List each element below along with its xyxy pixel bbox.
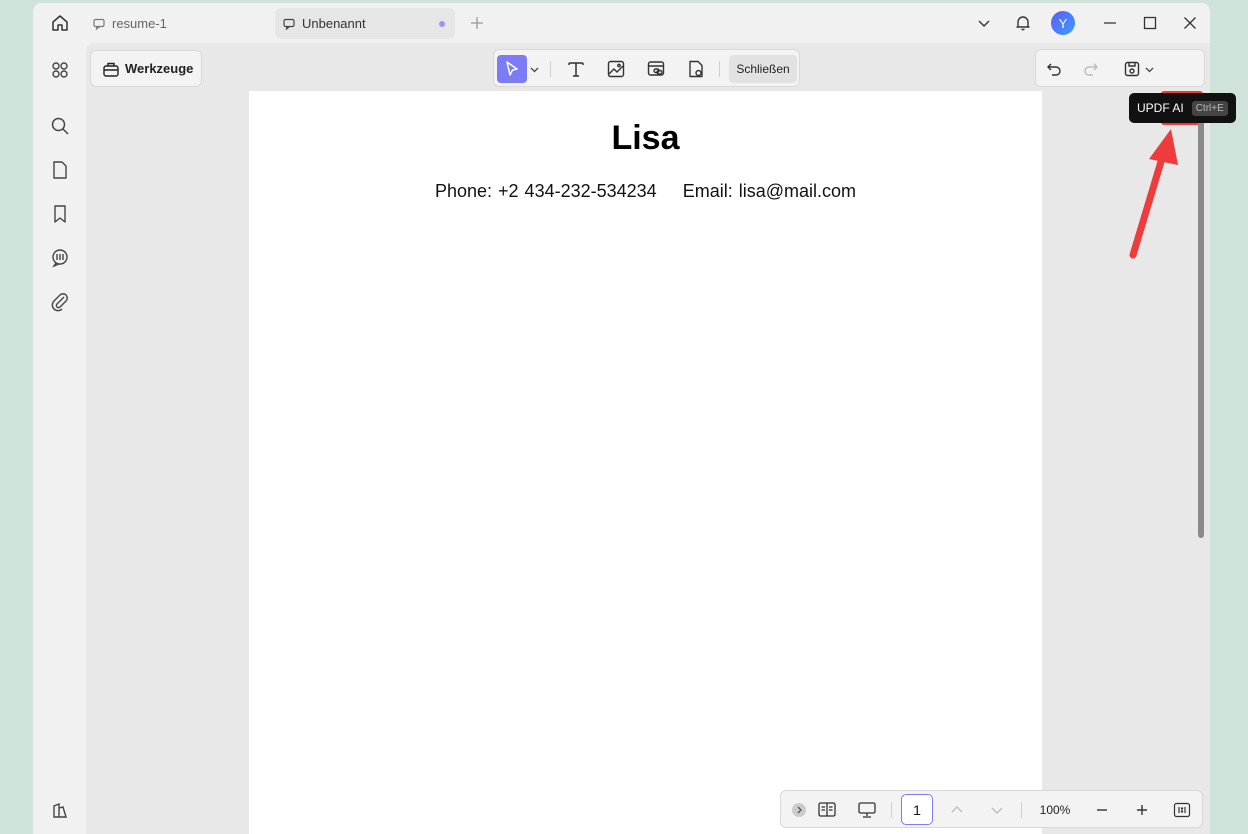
redo-button[interactable] [1077,55,1105,83]
contact-line: Phone: +2 434-232-534234 Email: lisa@mail… [249,181,1042,202]
page-icon[interactable] [46,156,74,184]
tab-label: resume-1 [112,16,167,31]
divider [719,61,720,77]
avatar[interactable]: Y [1051,11,1075,35]
presentation-icon[interactable] [853,796,881,824]
tooltip-label: UPDF AI [1137,101,1184,115]
previous-page-button[interactable] [943,796,971,824]
tab-resume-1[interactable]: resume-1 [85,8,265,39]
thumbnails-icon[interactable] [46,56,74,84]
select-tool-button[interactable] [497,55,527,83]
divider [891,802,892,818]
right-toolbar [1035,49,1205,87]
maximize-button[interactable] [1134,7,1166,39]
attachment-icon[interactable] [46,288,74,316]
bell-icon[interactable] [1007,7,1039,39]
chevron-down-icon[interactable] [1142,55,1156,83]
edit-toolbar: Schließen [493,49,800,87]
chevron-down-icon[interactable] [527,55,541,83]
chevron-down-icon[interactable] [968,7,1000,39]
home-icon[interactable] [44,7,76,39]
tab-unbenannt[interactable]: Unbenannt [275,8,455,39]
minimize-button[interactable] [1094,7,1126,39]
page-number-input[interactable]: 1 [901,794,933,825]
unsaved-indicator [439,21,445,27]
actual-size-button[interactable] [1168,796,1196,824]
divider [1021,802,1022,818]
divider [550,61,551,77]
title-bar: resume-1 Unbenannt Y [33,3,1210,43]
phone-text: Phone: +2 434-232-534234 [434,181,657,201]
email-text: Email: lisa@mail.com [682,181,856,201]
left-sidebar [33,43,86,834]
bottom-bar: 1 100% [780,790,1203,828]
zoom-in-button[interactable] [1128,796,1156,824]
document-page: Lisa Phone: +2 434-232-534234 Email: lisa… [249,91,1042,834]
page-layout-icon[interactable] [813,796,841,824]
comment-icon [93,17,107,31]
next-page-button[interactable] [983,796,1011,824]
app-window: resume-1 Unbenannt Y Werkzeuge Schließen… [33,3,1210,834]
search-icon[interactable] [46,112,74,140]
vertical-scrollbar[interactable] [1198,120,1204,538]
annotation-arrow-icon [1129,129,1178,259]
close-edit-button[interactable]: Schließen [729,55,797,83]
image-tool-button[interactable] [601,55,631,83]
tools-label: Werkzeuge [125,61,194,76]
zoom-level[interactable]: 100% [1034,796,1076,824]
text-tool-button[interactable] [561,55,591,83]
close-window-button[interactable] [1174,7,1206,39]
expand-button[interactable] [785,796,813,824]
toolbox-icon [102,60,120,78]
zoom-out-button[interactable] [1088,796,1116,824]
comment-panel-icon[interactable] [46,244,74,272]
new-tab-button[interactable] [461,7,493,39]
tab-label: Unbenannt [302,16,366,31]
bookmark-icon[interactable] [46,200,74,228]
tooltip-shortcut: Ctrl+E [1191,100,1228,116]
watermark-tool-button[interactable] [681,55,711,83]
undo-button[interactable] [1040,55,1068,83]
document-name: Lisa [611,119,680,157]
layers-icon[interactable] [46,797,74,825]
tools-button[interactable]: Werkzeuge [90,50,202,87]
ai-tooltip: UPDF AI Ctrl+E [1129,93,1236,123]
comment-icon [283,17,297,31]
link-tool-button[interactable] [641,55,671,83]
